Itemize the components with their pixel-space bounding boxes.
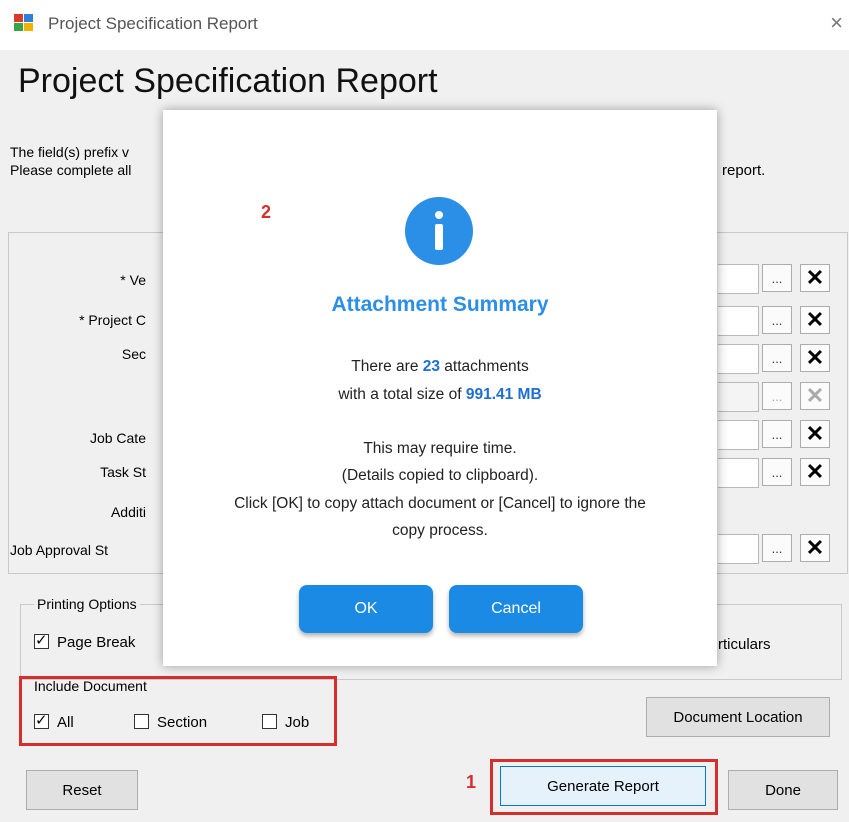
info-text-line1: The field(s) prefix v	[10, 144, 130, 160]
field-label-task-status: Task St	[100, 464, 146, 480]
browse-button[interactable]: ...	[762, 420, 792, 448]
info-icon	[405, 197, 473, 265]
field-input-section[interactable]	[718, 344, 759, 374]
browse-button[interactable]: ...	[762, 534, 792, 562]
clear-icon[interactable]: ✕	[800, 534, 830, 562]
field-input-version[interactable]	[718, 264, 759, 294]
page-break-label: Page Break	[57, 634, 136, 651]
dialog-line6: copy process.	[392, 522, 488, 539]
window-title: Project Specification Report	[48, 14, 258, 33]
step-1-label: 1	[466, 772, 477, 792]
done-button[interactable]: Done	[728, 770, 838, 810]
clear-icon[interactable]: ✕	[800, 306, 830, 334]
reset-button[interactable]: Reset	[26, 770, 138, 810]
highlight-include-document	[19, 676, 337, 746]
clear-icon[interactable]: ✕	[800, 458, 830, 486]
dialog-line4: (Details copied to clipboard).	[341, 467, 539, 484]
field-label-job-approval: Job Approval St	[10, 542, 109, 558]
info-text-line2-end: report.	[722, 162, 766, 179]
field-input-job-category[interactable]	[718, 420, 759, 450]
clear-icon-disabled: ✕	[800, 382, 830, 410]
attachment-summary-dialog: 2 Attachment Summary There are 23 attach…	[163, 110, 717, 666]
checkbox-icon[interactable]	[34, 631, 49, 649]
dialog-count-line: There are 23 attachments	[351, 358, 529, 375]
dialog-title: Attachment Summary	[331, 293, 549, 316]
browse-button-disabled: ...	[762, 382, 792, 410]
document-location-button[interactable]: Document Location	[646, 697, 830, 737]
field-input-project[interactable]	[718, 306, 759, 336]
field-label-job-category: Job Cate	[89, 430, 146, 446]
attachment-count: 23	[422, 358, 440, 375]
generate-report-button[interactable]: Generate Report	[500, 766, 706, 806]
ok-button[interactable]: OK	[299, 585, 433, 633]
browse-button[interactable]: ...	[762, 264, 792, 292]
step-2-label: 2	[261, 202, 272, 222]
dialog-line3: This may require time.	[363, 440, 517, 457]
particulars-label: rticulars	[718, 636, 771, 653]
field-input-task-status[interactable]	[718, 458, 759, 488]
field-label-section: Sec	[121, 346, 146, 362]
clear-icon[interactable]: ✕	[800, 420, 830, 448]
field-input-disabled	[718, 382, 759, 412]
clear-icon[interactable]: ✕	[800, 344, 830, 372]
app-icon	[14, 14, 34, 32]
title-bar: Project Specification Report ×	[0, 0, 849, 50]
field-label-version: * Ve	[120, 272, 146, 288]
field-label-additional: Additi	[110, 504, 146, 520]
field-input-job-approval[interactable]	[718, 534, 759, 564]
total-size: 991.41 MB	[465, 386, 542, 403]
page-title: Project Specification Report	[18, 62, 438, 100]
close-icon[interactable]: ×	[830, 10, 843, 36]
dialog-size-line: with a total size of 991.41 MB	[338, 386, 542, 403]
cancel-button[interactable]: Cancel	[449, 585, 583, 633]
browse-button[interactable]: ...	[762, 306, 792, 334]
page-break-checkbox[interactable]: Page Break	[34, 631, 136, 651]
printing-options-label: Printing Options	[34, 596, 140, 612]
dialog-line5: Click [OK] to copy attach document or [C…	[234, 495, 646, 512]
browse-button[interactable]: ...	[762, 458, 792, 486]
field-label-project: * Project C	[79, 312, 146, 328]
clear-icon[interactable]: ✕	[800, 264, 830, 292]
browse-button[interactable]: ...	[762, 344, 792, 372]
info-text-line2: Please complete all	[10, 162, 132, 178]
report-window: Project Specification Report × Project S…	[0, 0, 849, 822]
